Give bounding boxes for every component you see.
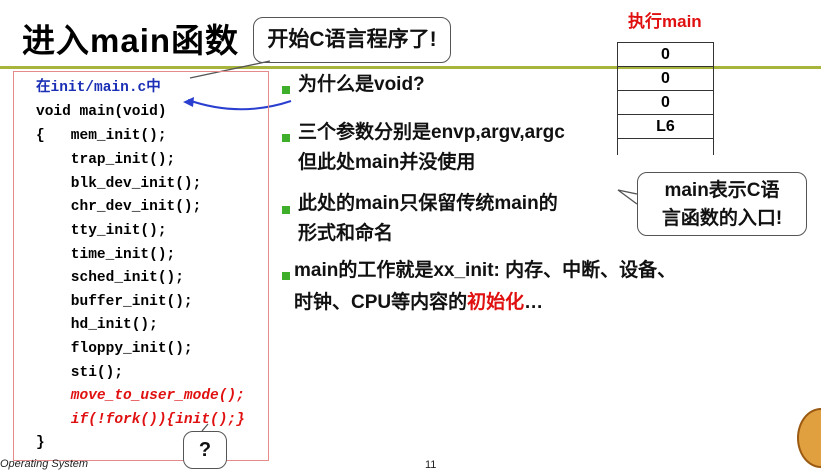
stack-label: 执行main <box>628 12 702 31</box>
code-line: buffer_init(); <box>36 294 193 310</box>
callout-main-entry: main表示C语 言函数的入口! <box>637 172 807 236</box>
stack-tail <box>617 138 714 155</box>
bullet-init-line1: main的工作就是xx_init: 内存、中断、设备、 <box>294 260 677 281</box>
bullet-params-line2: 但此处main并没使用 <box>298 152 476 173</box>
code-line: blk_dev_init(); <box>36 176 202 192</box>
callout-main-line1: main表示C语 <box>664 180 780 201</box>
code-file-label: 在init/main.c中 <box>36 80 161 96</box>
bullet-marker <box>282 272 290 280</box>
footer-page-number: 11 <box>425 459 437 471</box>
bullet-form-line1: 此处的main只保留传统main的 <box>298 193 558 214</box>
code-line: tty_init(); <box>36 223 167 239</box>
code-line: { mem_init(); <box>36 128 167 144</box>
callout-main-pointer <box>617 189 638 205</box>
callout-main-line2: 言函数的入口! <box>661 208 783 229</box>
stack-diagram: 0 0 0 L6 <box>617 42 714 139</box>
stack-cell: 0 <box>618 67 713 91</box>
bullet-init-prefix: 时钟、CPU等内容的 <box>294 292 468 313</box>
bullet-init-line2: 时钟、CPU等内容的初始化… <box>294 288 543 318</box>
bullet-init-suffix: … <box>524 292 544 313</box>
code-line: hd_init(); <box>36 317 158 333</box>
callout-c-start: 开始C语言程序了! <box>253 17 451 63</box>
bullet-marker <box>282 134 290 142</box>
code-line: trap_init(); <box>36 152 176 168</box>
bullet-params-line1: 三个参数分别是envp,argv,argc <box>298 122 565 143</box>
code-line: chr_dev_init(); <box>36 199 202 215</box>
code-line: sti(); <box>36 365 124 381</box>
bullet-why-void: 为什么是void? <box>298 74 425 95</box>
bullet-form-line2: 形式和命名 <box>298 223 394 244</box>
callout-question: ? <box>183 431 227 469</box>
footer-course: Operating System <box>0 458 89 470</box>
code-line: floppy_init(); <box>36 341 193 357</box>
stack-cell: L6 <box>618 115 713 139</box>
slide-title: 进入main函数 <box>22 22 240 59</box>
code-line: } <box>36 435 45 451</box>
code-line: sched_init(); <box>36 270 184 286</box>
bullet-init-highlight: 初始化 <box>467 292 525 313</box>
code-line-highlight: if(!fork()){init();} <box>36 412 245 428</box>
stack-cell: 0 <box>618 43 713 67</box>
logo-icon <box>797 408 821 468</box>
stack-cell: 0 <box>618 91 713 115</box>
bullet-marker <box>282 86 290 94</box>
bullet-marker <box>282 206 290 214</box>
code-line: time_init(); <box>36 247 176 263</box>
code-line-highlight: move_to_user_mode(); <box>36 388 245 404</box>
code-line: void main(void) <box>36 104 167 120</box>
